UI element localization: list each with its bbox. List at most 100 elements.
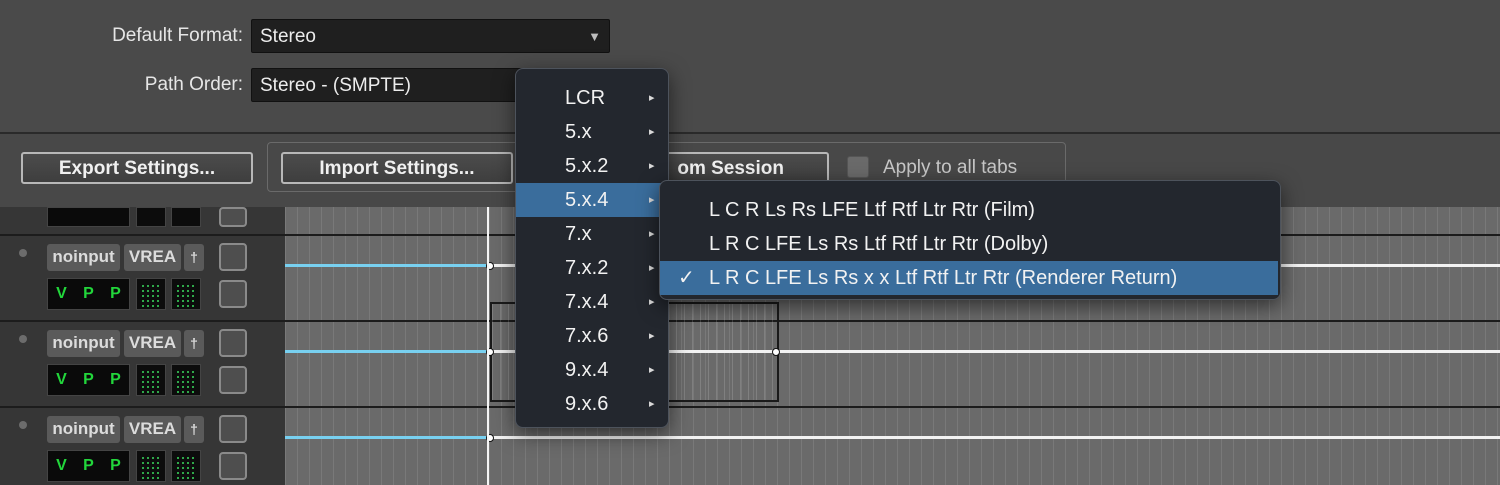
channel-order-label: L R C LFE Ls Rs x x Ltf Rtf Ltr Rtr (Ren… [709, 267, 1178, 289]
input-selector[interactable]: noinput [47, 330, 120, 357]
channel-order-submenu: L C R Ls Rs LFE Ltf Rtf Ltr Rtr (Film) L … [659, 180, 1281, 300]
format-menu-item[interactable]: 7.x.2 ▸ [516, 251, 666, 285]
submenu-arrow-icon: ▸ [649, 228, 655, 240]
format-menu-item[interactable]: LCR ▸ [516, 81, 666, 115]
voice-panel[interactable]: V P P [47, 450, 130, 482]
input-selector[interactable]: noinput [47, 416, 120, 443]
format-menu-item-label: 5.x.4 [565, 189, 609, 211]
submenu-arrow-icon: ▸ [649, 398, 655, 410]
format-menu-item[interactable]: 9.x.6 ▸ [516, 387, 666, 421]
output-meter [171, 207, 201, 227]
record-dot-icon[interactable] [19, 335, 27, 343]
format-menu-item[interactable]: 7.x.6 ▸ [516, 319, 666, 353]
submenu-arrow-icon: ▸ [649, 296, 655, 308]
submenu-arrow-icon: ▸ [649, 364, 655, 376]
voice-v: V [56, 285, 67, 302]
output-meter [171, 364, 201, 396]
input-meter [136, 278, 166, 310]
channel-order-item[interactable]: L C R Ls Rs LFE Ltf Rtf Ltr Rtr (Film) [660, 193, 1278, 227]
insert-icon[interactable]: † [184, 244, 204, 271]
output-selector[interactable]: VREA [124, 416, 181, 443]
edit-lane [285, 408, 1500, 485]
voice-p2: P [110, 285, 121, 302]
comment-icon[interactable] [219, 207, 247, 227]
insert-icon[interactable]: † [184, 416, 204, 443]
channel-order-item[interactable]: ✓ L R C LFE Ls Rs x x Ltf Rtf Ltr Rtr (Re… [660, 261, 1278, 295]
format-menu-item-label: 5.x [565, 121, 592, 143]
apply-all-tabs-checkbox[interactable] [847, 156, 869, 178]
record-dot-icon[interactable] [19, 421, 27, 429]
volume-line [285, 350, 490, 353]
format-menu-item-label: 9.x.6 [565, 393, 609, 415]
track-mode-icon[interactable] [219, 415, 247, 443]
volume-line [285, 264, 490, 267]
format-menu-item-label: 7.x.2 [565, 257, 609, 279]
format-menu-item[interactable]: 9.x.4 ▸ [516, 353, 666, 387]
format-menu-item-label: 5.x.2 [565, 155, 609, 177]
format-menu-item[interactable]: 5.x ▸ [516, 115, 666, 149]
export-settings-button[interactable]: Export Settings... [21, 152, 253, 184]
track-row: noinput VREA † V P P [0, 408, 285, 485]
track-row: noinput VREA † V P P [0, 236, 285, 322]
format-menu-item-label: 9.x.4 [565, 359, 609, 381]
voice-panel[interactable]: V P P [47, 364, 130, 396]
track-mode-icon[interactable] [219, 243, 247, 271]
io-settings-panel: Default Format: Stereo ▼ Path Order: Ste… [0, 0, 1500, 134]
voice-panel[interactable] [47, 207, 130, 227]
edit-cursor [487, 207, 489, 485]
default-format-value: Stereo [260, 26, 316, 47]
submenu-arrow-icon: ▸ [649, 262, 655, 274]
output-meter [171, 450, 201, 482]
voice-v: V [56, 371, 67, 388]
submenu-arrow-icon: ▸ [649, 330, 655, 342]
path-order-value: Stereo - (SMPTE) [260, 75, 411, 96]
record-dot-icon[interactable] [19, 249, 27, 257]
comment-icon[interactable] [219, 280, 247, 308]
submenu-arrow-icon: ▸ [649, 160, 655, 172]
format-menu-item[interactable]: 5.x.4 ▸ [516, 183, 666, 217]
import-settings-button[interactable]: Import Settings... [281, 152, 513, 184]
path-order-label: Path Order: [144, 74, 243, 95]
input-selector[interactable]: noinput [47, 244, 120, 271]
input-meter [136, 207, 166, 227]
channel-order-label: L R C LFE Ls Rs Ltf Rtf Ltr Rtr (Dolby) [709, 233, 1049, 255]
volume-line [285, 436, 490, 439]
track-row-partial [0, 207, 285, 236]
comment-icon[interactable] [219, 366, 247, 394]
comment-icon[interactable] [219, 452, 247, 480]
voice-p1: P [83, 285, 94, 302]
voice-p2: P [110, 371, 121, 388]
output-selector[interactable]: VREA [124, 244, 181, 271]
checkmark-icon: ✓ [678, 267, 695, 289]
format-menu-item[interactable]: 7.x ▸ [516, 217, 666, 251]
format-menu-item[interactable]: 7.x.4 ▸ [516, 285, 666, 319]
format-menu-item[interactable]: 5.x.2 ▸ [516, 149, 666, 183]
dropdown-arrow-icon: ▼ [588, 29, 601, 44]
submenu-arrow-icon: ▸ [649, 92, 655, 104]
track-mode-icon[interactable] [219, 329, 247, 357]
output-selector[interactable]: VREA [124, 330, 181, 357]
voice-p1: P [83, 457, 94, 474]
track-row: noinput VREA † V P P [0, 322, 285, 408]
input-meter [136, 450, 166, 482]
format-menu-item-label: LCR [565, 87, 606, 109]
voice-v: V [56, 457, 67, 474]
voice-p1: P [83, 371, 94, 388]
channel-order-item[interactable]: L R C LFE Ls Rs Ltf Rtf Ltr Rtr (Dolby) [660, 227, 1278, 261]
submenu-arrow-icon: ▸ [649, 126, 655, 138]
edit-lane [285, 302, 1500, 408]
submenu-arrow-icon: ▸ [649, 194, 655, 206]
input-meter [136, 364, 166, 396]
automation-node[interactable] [772, 348, 780, 356]
insert-icon[interactable]: † [184, 330, 204, 357]
voice-p2: P [110, 457, 121, 474]
output-meter [171, 278, 201, 310]
default-format-select[interactable]: Stereo ▼ [251, 19, 610, 53]
channel-order-label: L C R Ls Rs LFE Ltf Rtf Ltr Rtr (Film) [709, 199, 1035, 221]
format-menu-item-label: 7.x.4 [565, 291, 609, 313]
format-menu-item-label: 7.x.6 [565, 325, 609, 347]
automation-line[interactable] [490, 436, 1500, 439]
apply-all-tabs-label: Apply to all tabs [883, 157, 1018, 178]
voice-panel[interactable]: V P P [47, 278, 130, 310]
default-format-label: Default Format: [112, 25, 243, 46]
